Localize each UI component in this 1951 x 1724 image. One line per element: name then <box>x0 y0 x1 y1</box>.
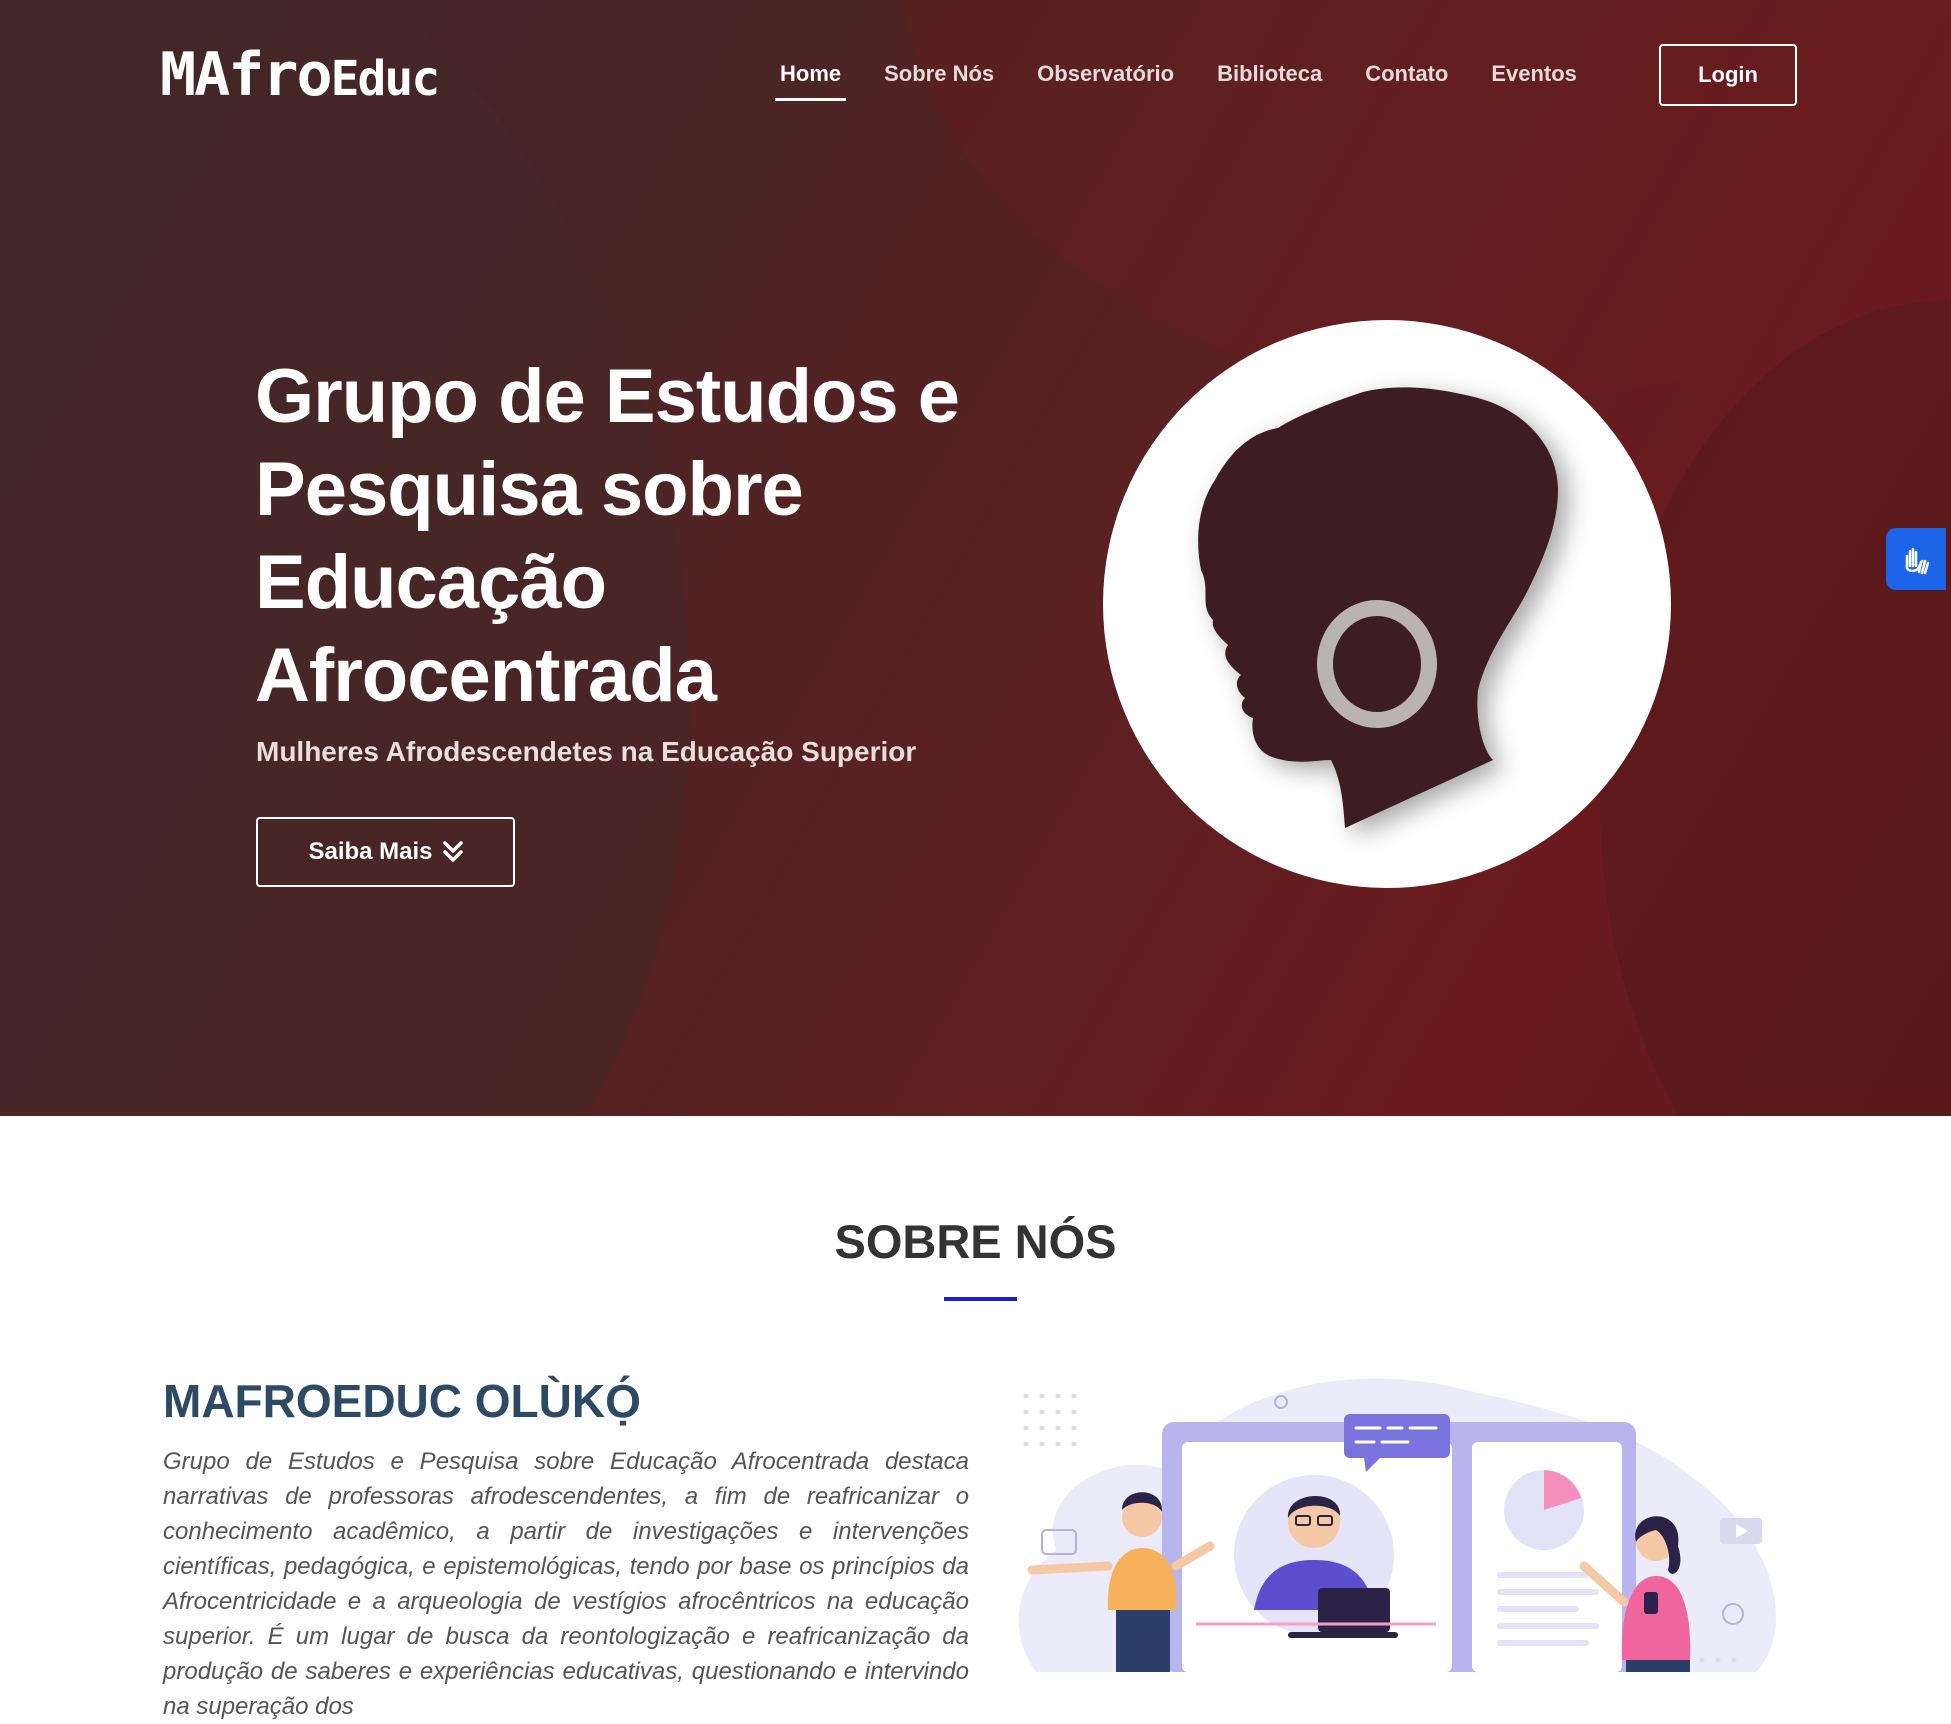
nav-item-biblioteca[interactable]: Biblioteca <box>1217 61 1322 87</box>
hero-section: MAfroEduc Home Sobre Nós Observatório Bi… <box>0 0 1951 1116</box>
nav-item-home[interactable]: Home <box>774 61 847 101</box>
saiba-mais-button[interactable]: Saiba Mais <box>256 817 515 887</box>
nav-item-eventos[interactable]: Eventos <box>1491 61 1577 87</box>
sign-language-hands-icon <box>1905 547 1930 575</box>
nav-item-sobre-nos[interactable]: Sobre Nós <box>884 61 994 87</box>
woman-silhouette-icon <box>1198 387 1558 828</box>
saiba-mais-label: Saiba Mais <box>308 838 433 865</box>
hero-subtitle: Mulheres Afrodescendetes na Educação Sup… <box>256 736 917 767</box>
double-chevron-down-icon <box>442 841 463 862</box>
about-title: MAFROEDUC OLÙKỌ́ <box>163 1375 641 1427</box>
main-nav: Home Sobre Nós Observatório Biblioteca C… <box>774 44 1620 104</box>
login-button[interactable]: Login <box>1659 44 1797 106</box>
about-description: Grupo de Estudos e Pesquisa sobre Educaç… <box>163 1448 969 1720</box>
sign-language-accessibility-button[interactable] <box>1886 528 1946 590</box>
logo-suffix-text: Educ <box>330 51 441 107</box>
hero-portrait <box>1103 320 1671 888</box>
section-divider <box>944 1297 1017 1301</box>
online-meeting-illustration <box>996 1370 1796 1672</box>
sobre-nos-heading: SOBRE NÓS <box>834 1215 1117 1268</box>
logo-main-text: MAfro <box>160 40 333 110</box>
nav-item-contato[interactable]: Contato <box>1365 61 1448 87</box>
site-logo[interactable]: MAfroEduc <box>160 40 441 114</box>
login-button-label: Login <box>1698 62 1758 87</box>
nav-item-observatorio[interactable]: Observatório <box>1037 61 1174 87</box>
hero-title: Grupo de Estudos e Pesquisa sobre Educaç… <box>255 354 960 718</box>
